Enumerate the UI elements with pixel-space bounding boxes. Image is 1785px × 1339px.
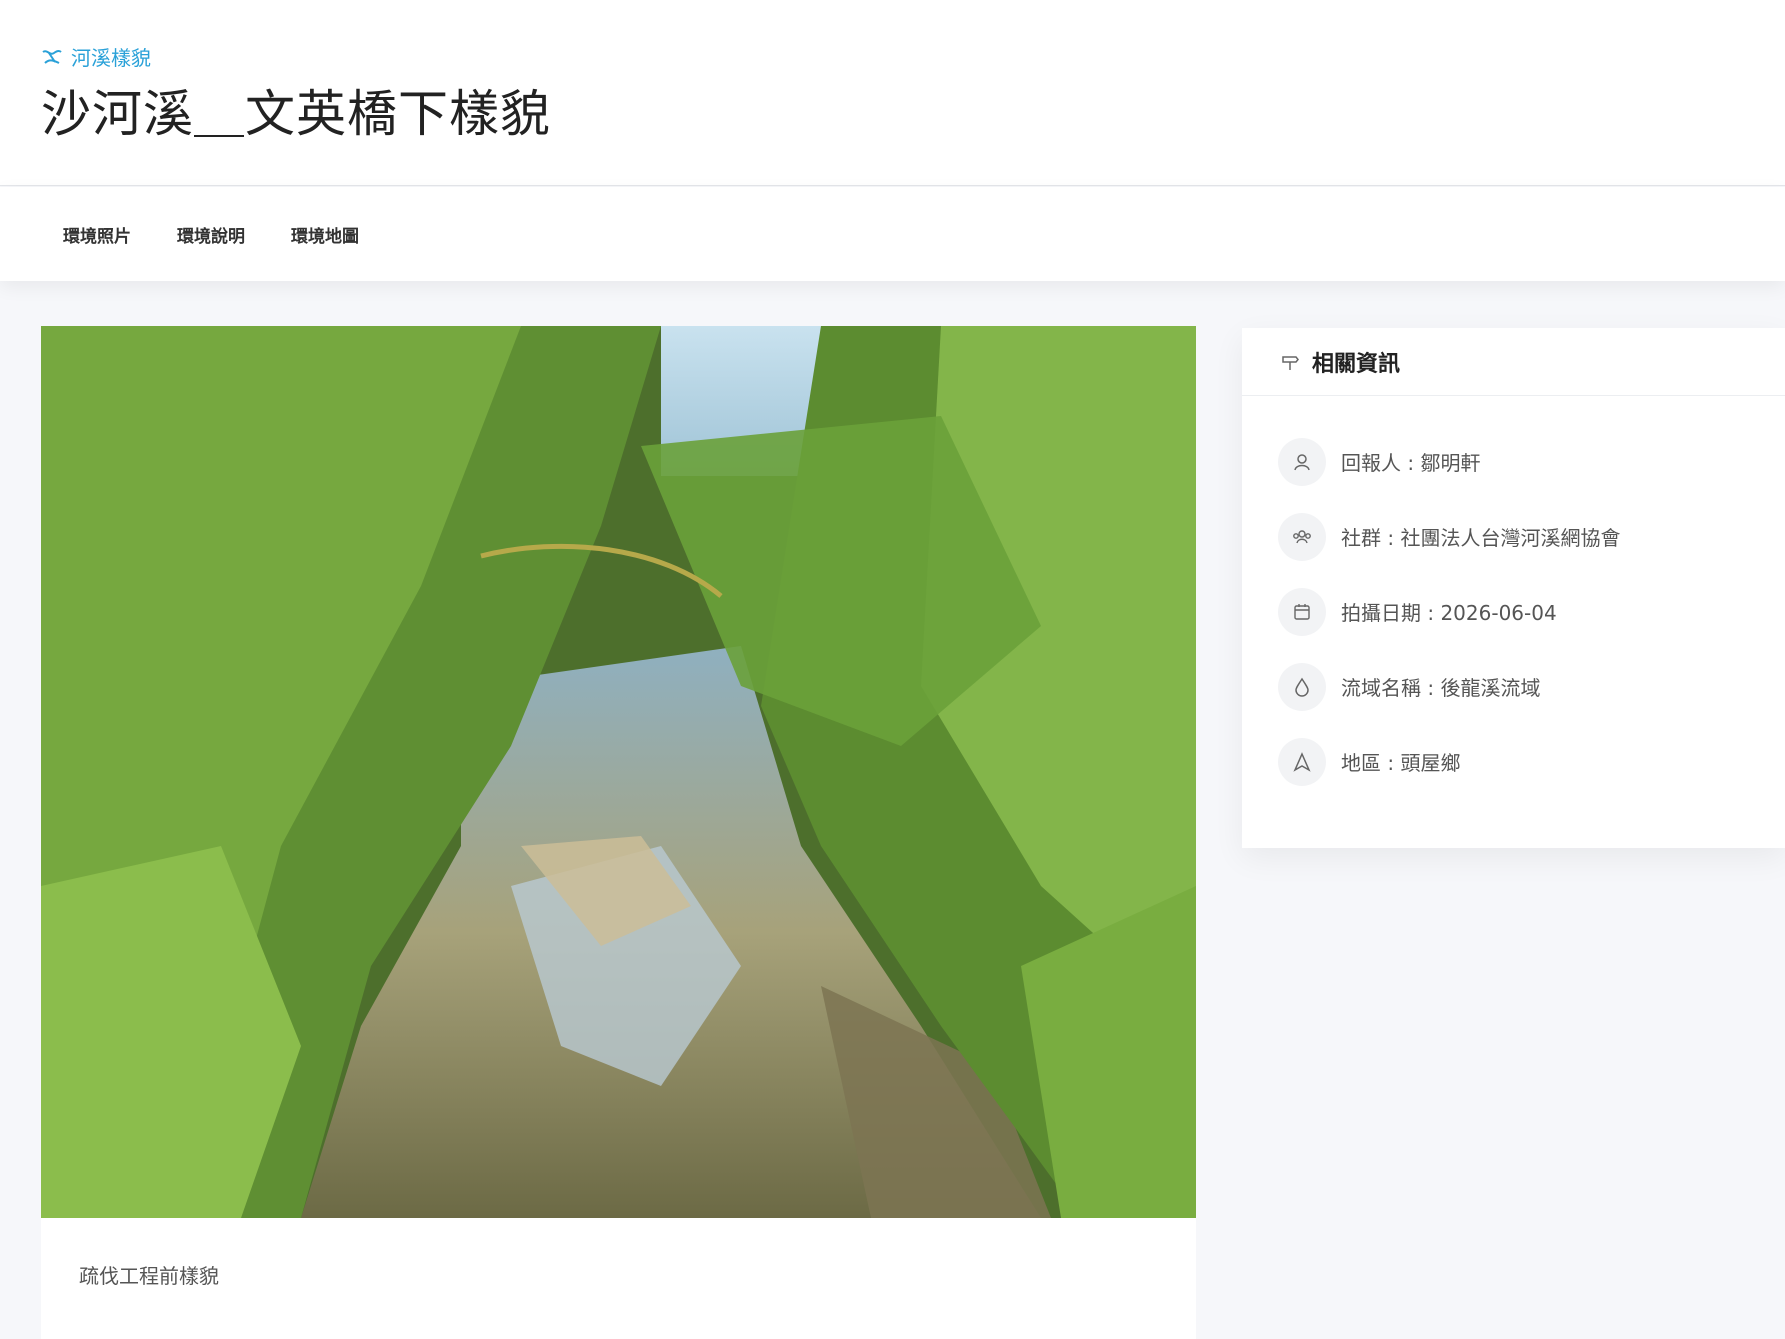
tab-description[interactable]: 環境說明 (154, 222, 268, 247)
info-item-watershed: 流域名稱 : 後龍溪流域 (1278, 649, 1785, 724)
info-item-reporter: 回報人 : 鄒明軒 (1278, 424, 1785, 499)
info-item-label: 流域名稱 : 後龍溪流域 (1341, 676, 1541, 700)
tab-photos[interactable]: 環境照片 (40, 222, 154, 247)
photo-card: 疏伐工程前樣貌 (41, 326, 1196, 1339)
tab-map[interactable]: 環境地圖 (268, 222, 382, 247)
river-photo[interactable] (41, 326, 1196, 1218)
group-icon (1278, 512, 1326, 561)
user-icon (1278, 437, 1326, 486)
info-item-label: 地區 : 頭屋鄉 (1341, 751, 1461, 775)
breadcrumb[interactable]: 河溪樣貌 (41, 42, 151, 71)
photo-caption: 疏伐工程前樣貌 (79, 1264, 219, 1288)
river-icon (42, 49, 62, 64)
page-title: 沙河溪＿文英橋下樣貌 (41, 85, 551, 143)
info-header: 相關資訊 (1242, 328, 1785, 396)
info-item-label: 社群 : 社團法人台灣河溪網協會 (1341, 526, 1621, 550)
info-item-label: 回報人 : 鄒明軒 (1341, 451, 1481, 475)
tab-bar: 環境照片 環境說明 環境地圖 (0, 187, 1785, 281)
info-item-region: 地區 : 頭屋鄉 (1278, 724, 1785, 799)
location-icon (1278, 737, 1326, 786)
page-header: 河溪樣貌 沙河溪＿文英橋下樣貌 (0, 0, 1785, 186)
related-info-card: 相關資訊 回報人 : 鄒明軒 社群 : 社團法人台灣河溪網協會 拍攝日期 : 2… (1242, 328, 1785, 848)
info-item-date: 拍攝日期 : 2026-06-04 (1278, 574, 1785, 649)
info-item-group: 社群 : 社團法人台灣河溪網協會 (1278, 499, 1785, 574)
breadcrumb-label: 河溪樣貌 (71, 46, 151, 70)
info-heading: 相關資訊 (1312, 351, 1401, 377)
info-list: 回報人 : 鄒明軒 社群 : 社團法人台灣河溪網協會 拍攝日期 : 2026-0… (1242, 396, 1785, 799)
signpost-icon (1282, 355, 1299, 370)
info-item-label: 拍攝日期 : 2026-06-04 (1341, 601, 1557, 625)
calendar-icon (1278, 587, 1326, 636)
water-drop-icon (1278, 662, 1326, 711)
